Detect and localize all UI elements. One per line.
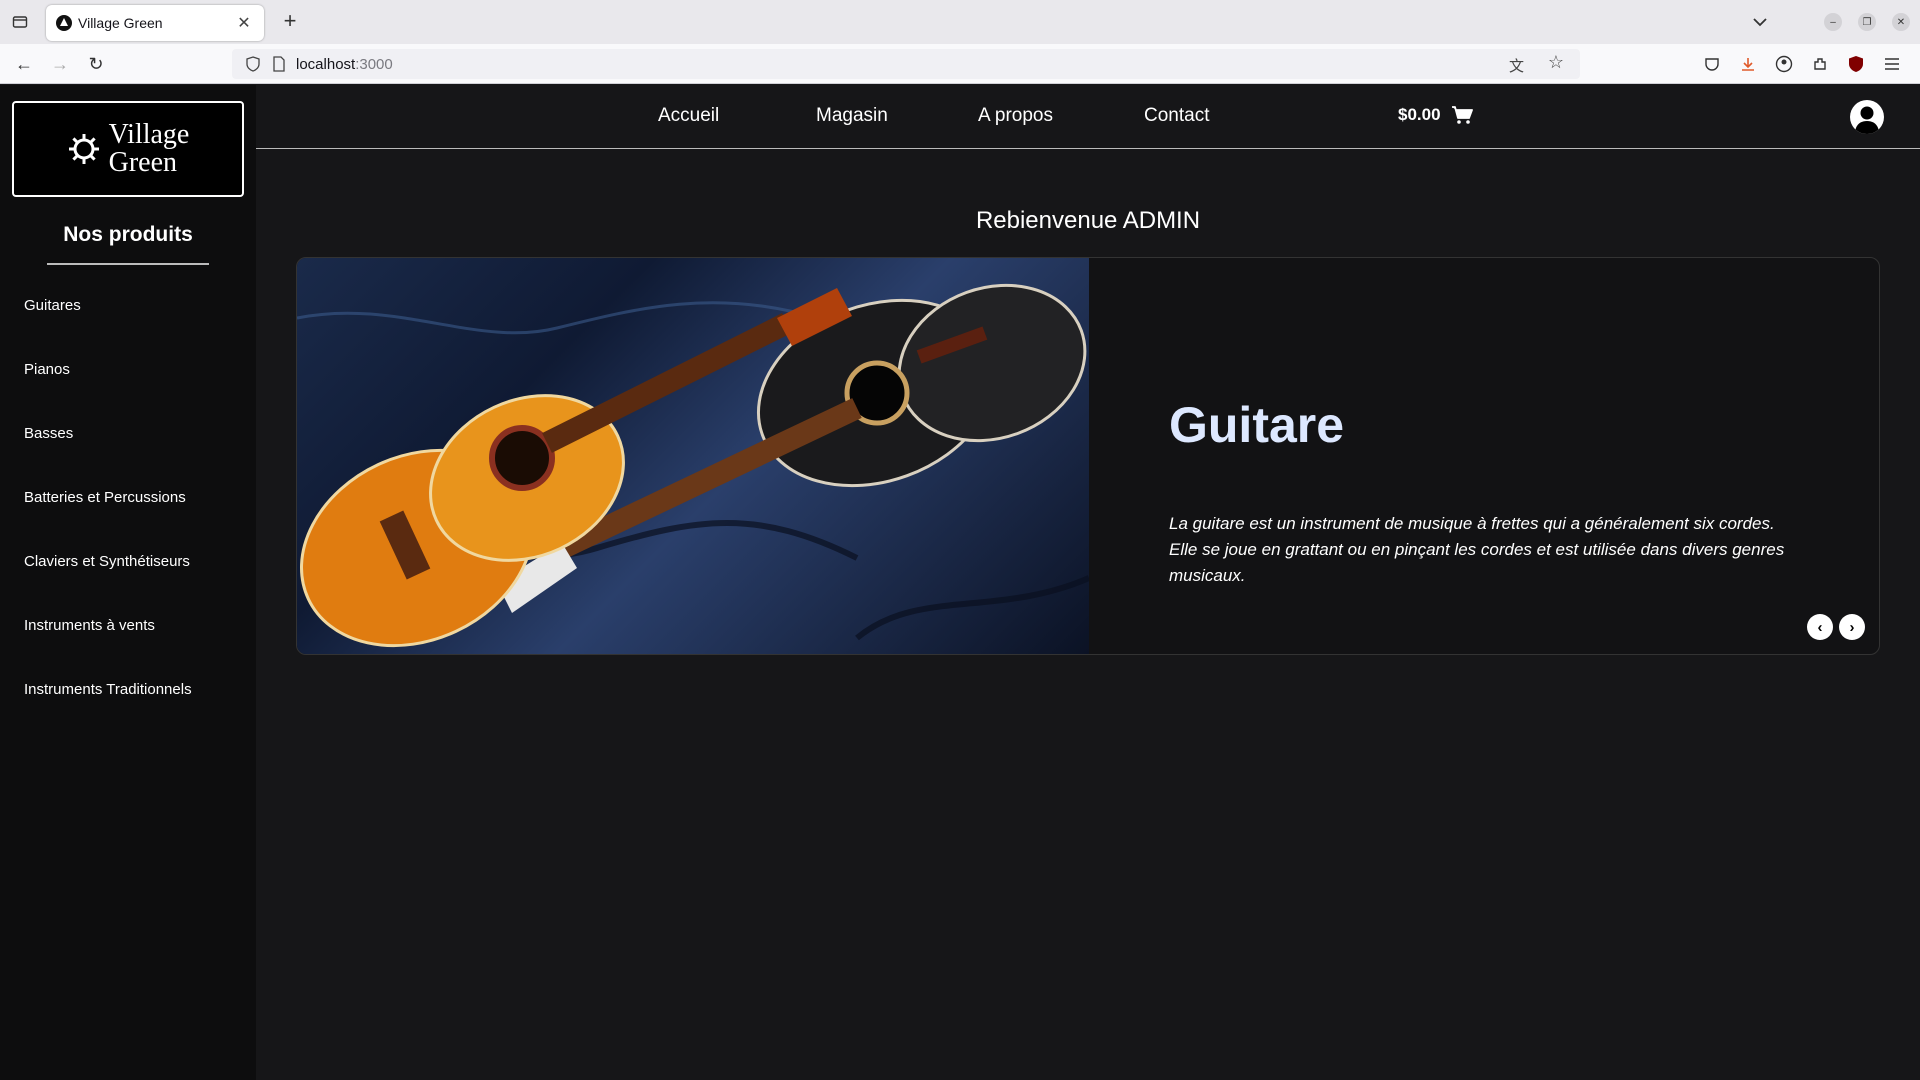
- browser-tab[interactable]: Village Green ✕: [46, 5, 264, 41]
- sidebar: Village Green Nos produits Guitares Pian…: [0, 85, 256, 1080]
- nav-link-a-propos[interactable]: A propos: [978, 105, 1053, 127]
- ublock-shield-icon[interactable]: [1844, 52, 1868, 76]
- browser-tab-bar: Village Green ✕ + – ❐ ✕: [0, 0, 1920, 44]
- site-header: Accueil Magasin A propos Contact $0.00: [256, 85, 1920, 149]
- guitar-photo: [297, 258, 1089, 654]
- nav-link-accueil[interactable]: Accueil: [658, 105, 719, 127]
- logo-line-1: Village: [108, 119, 190, 150]
- welcome-message: Rebienvenue ADMIN: [975, 207, 1201, 234]
- nav-link-contact[interactable]: Contact: [1144, 105, 1209, 127]
- village-green-logo[interactable]: Village Green: [12, 101, 244, 197]
- url-host: localhost: [296, 55, 356, 73]
- browser-toolbar: [1700, 52, 1904, 76]
- sidebar-item-pianos[interactable]: Pianos: [24, 361, 70, 378]
- account-icon[interactable]: [1772, 52, 1796, 76]
- sidebar-item-vents[interactable]: Instruments à vents: [24, 617, 155, 634]
- sidebar-title: Nos produits: [63, 223, 193, 246]
- page-icon: [273, 56, 285, 72]
- translate-icon[interactable]: 文: [1509, 55, 1524, 76]
- shopping-cart-icon: [1451, 106, 1473, 124]
- reload-icon[interactable]: ↻: [84, 52, 108, 76]
- cart-button[interactable]: $0.00: [1398, 105, 1473, 125]
- shield-icon: [246, 56, 260, 72]
- nav-link-magasin[interactable]: Magasin: [816, 105, 888, 127]
- site-favicon-icon: [56, 15, 72, 31]
- slide-description: La guitare est un instrument de musique …: [1169, 514, 1785, 585]
- close-window-icon[interactable]: ✕: [1892, 13, 1910, 31]
- bookmark-star-icon[interactable]: ☆: [1548, 52, 1564, 73]
- downloads-icon[interactable]: [1736, 52, 1760, 76]
- url-port: :3000: [355, 55, 393, 73]
- page: Village Green Nos produits Guitares Pian…: [0, 85, 1920, 1080]
- extensions-icon[interactable]: [1808, 52, 1832, 76]
- sidebar-item-claviers[interactable]: Claviers et Synthétiseurs: [24, 553, 190, 570]
- cart-total: $0.00: [1398, 105, 1441, 124]
- sidebar-item-basses[interactable]: Basses: [24, 425, 73, 442]
- minimize-window-icon[interactable]: –: [1824, 13, 1842, 31]
- url-text: localhost:3000: [296, 56, 393, 73]
- sidebar-item-traditionnels[interactable]: Instruments Traditionnels: [24, 681, 192, 698]
- sidebar-item-batteries[interactable]: Batteries et Percussions: [24, 489, 186, 506]
- browser-nav-bar: ← → ↻ localhost:3000 文 ☆: [0, 44, 1920, 84]
- sidebar-divider: [47, 263, 209, 265]
- tab-list-icon[interactable]: [8, 10, 32, 34]
- forward-arrow-icon[interactable]: →: [48, 52, 72, 76]
- close-tab-icon[interactable]: ✕: [234, 13, 254, 33]
- product-carousel: Guitare La guitare est un instrument de …: [296, 257, 1880, 655]
- carousel-prev-icon[interactable]: ‹: [1807, 614, 1833, 640]
- address-bar[interactable]: localhost:3000 文 ☆: [232, 49, 1580, 79]
- logo-line-2: Green: [108, 147, 178, 178]
- tab-overflow-chevron-icon[interactable]: [1748, 10, 1772, 34]
- gear-icon: [68, 134, 99, 164]
- carousel-next-icon[interactable]: ›: [1839, 614, 1865, 640]
- restore-window-icon[interactable]: ❐: [1858, 13, 1876, 31]
- menu-hamburger-icon[interactable]: [1880, 52, 1904, 76]
- pocket-icon[interactable]: [1700, 52, 1724, 76]
- slide-title: Guitare: [1169, 397, 1345, 453]
- sidebar-item-guitares[interactable]: Guitares: [24, 297, 81, 314]
- carousel-slide-text: Guitare La guitare est un instrument de …: [1089, 258, 1879, 654]
- tab-title: Village Green: [78, 15, 163, 31]
- logo-text: Village Green: [109, 121, 190, 177]
- back-arrow-icon[interactable]: ←: [12, 52, 36, 76]
- new-tab-icon[interactable]: +: [278, 10, 302, 34]
- user-avatar-icon[interactable]: [1850, 100, 1884, 134]
